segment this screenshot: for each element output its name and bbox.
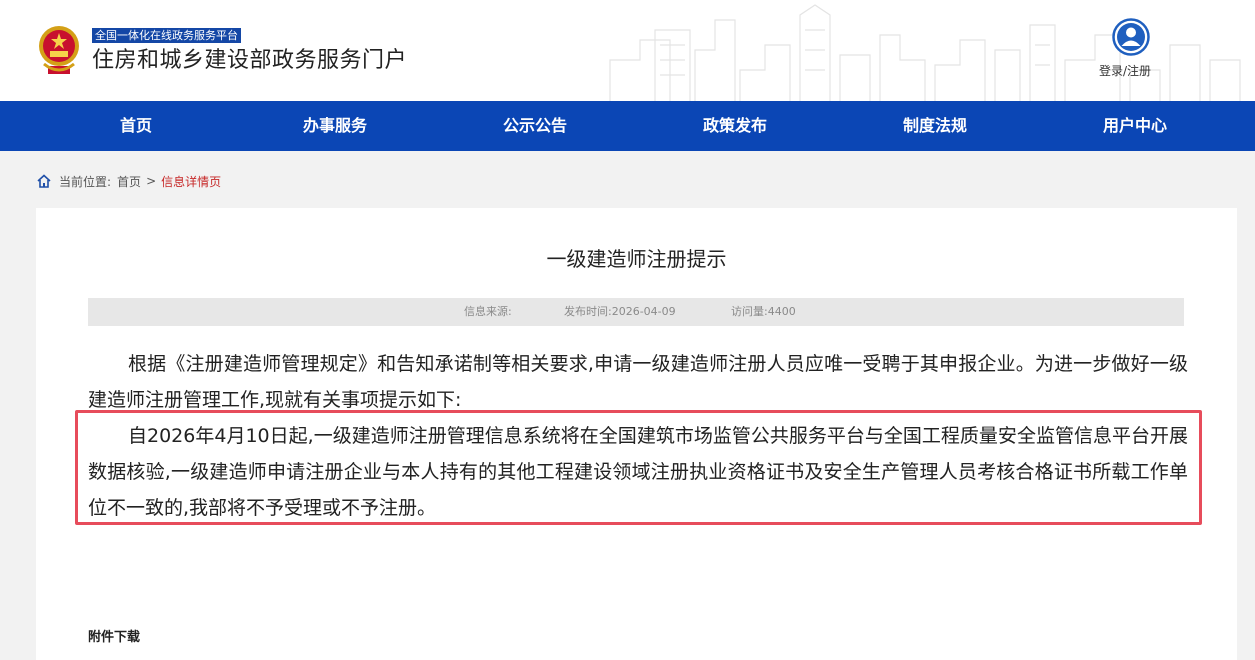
nav-item-announcements[interactable]: 公示公告 [435,101,635,151]
article-meta-bar: 信息来源: 发布时间:2026-04-09 访问量:4400 [88,298,1184,326]
meta-views: 访问量:4400 [731,305,796,318]
platform-tag: 全国一体化在线政务服务平台 [92,28,241,43]
attachment-download-label: 附件下载 [88,630,141,645]
breadcrumb-current: 信息详情页 [161,174,222,189]
meta-source: 信息来源: [464,305,512,318]
nav-item-services[interactable]: 办事服务 [235,101,435,151]
article-card: 一级建造师注册提示 信息来源: 发布时间:2026-04-09 访问量:4400… [36,208,1237,660]
breadcrumb-home-link[interactable]: 首页 [117,173,141,190]
breadcrumb-separator: > [146,174,157,188]
city-skyline-decoration [609,4,1241,101]
portal-title[interactable]: 住房和城乡建设部政务服务门户 [92,46,407,76]
user-avatar-icon[interactable] [1112,18,1150,56]
main-nav: 首页 办事服务 公示公告 政策发布 制度法规 用户中心 [0,101,1255,151]
breadcrumb-prefix: 当前位置: [59,174,112,189]
article-paragraph-highlighted: 自2026年4月10日起,一级建造师注册管理信息系统将在全国建筑市场监管公共服务… [88,425,1188,519]
site-header: 全国一体化在线政务服务平台 住房和城乡建设部政务服务门户 登录/注册 [0,0,1255,101]
nav-item-regulations[interactable]: 制度法规 [835,101,1035,151]
breadcrumb: 当前位置: 首页 > 信息详情页 [36,170,221,192]
home-icon[interactable] [36,173,52,189]
nav-item-user-center[interactable]: 用户中心 [1035,101,1235,151]
nav-item-policy[interactable]: 政策发布 [635,101,835,151]
national-emblem-icon [39,26,79,74]
article-paragraph: 根据《注册建造师管理规定》和告知承诺制等相关要求,申请一级建造师注册人员应唯一受… [88,353,1188,411]
login-register-link[interactable]: 登录/注册 [1099,62,1151,79]
nav-item-home[interactable]: 首页 [36,101,236,151]
article-title: 一级建造师注册提示 [546,247,727,271]
meta-publish-time: 发布时间:2026-04-09 [564,305,676,318]
